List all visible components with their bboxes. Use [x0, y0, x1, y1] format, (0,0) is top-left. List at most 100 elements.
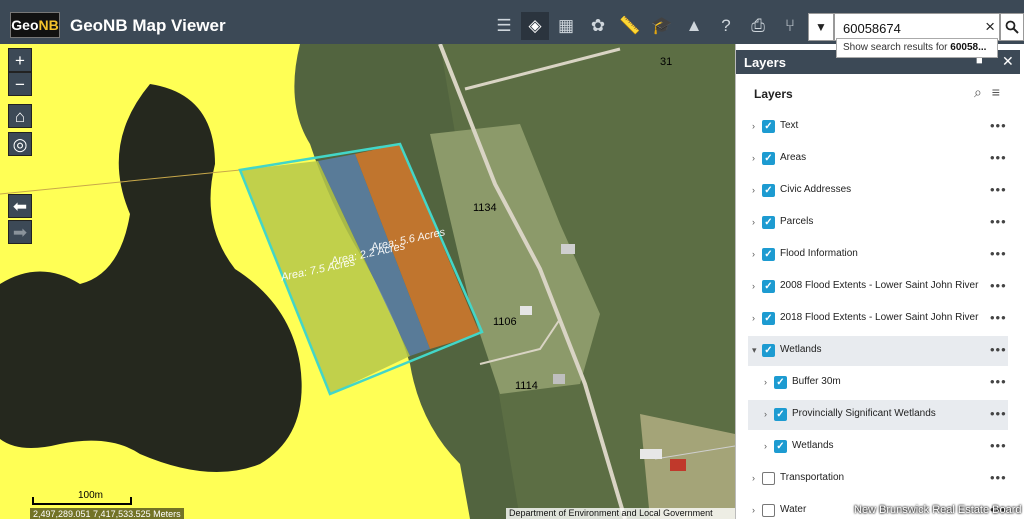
layer-row[interactable]: › ✓ Civic Addresses ••• — [748, 176, 1008, 206]
layer-name: Civic Addresses — [780, 184, 852, 195]
caret-right-icon[interactable]: › — [752, 473, 755, 483]
layer-row[interactable]: › ✓ Transportation ••• — [748, 464, 1008, 494]
layer-checkbox[interactable]: ✓ — [774, 440, 787, 453]
layer-checkbox[interactable]: ✓ — [762, 216, 775, 229]
zoom-in-button[interactable]: + — [8, 48, 32, 72]
layer-name: Wetlands — [792, 440, 834, 451]
close-icon[interactable]: ✕ — [1002, 53, 1014, 70]
share-icon[interactable]: ⑂ — [776, 12, 804, 40]
geonb-logo[interactable]: GeoNB — [10, 12, 60, 38]
search-box: × — [834, 13, 1000, 41]
search-icon — [1005, 20, 1019, 34]
map-canvas — [0, 44, 735, 519]
layers-heading: Layers — [754, 87, 793, 101]
more-options-icon[interactable]: ••• — [990, 118, 1007, 133]
layer-checkbox[interactable]: ✓ — [762, 472, 775, 485]
caret-right-icon[interactable]: › — [764, 409, 767, 419]
draw-icon[interactable]: ▲ — [680, 12, 708, 40]
locate-icon: ◎ — [12, 135, 28, 154]
layer-row[interactable]: › ✓ 2018 Flood Extents - Lower Saint John … — [748, 304, 1008, 334]
layer-row[interactable]: › ✓ Buffer 30m ••• — [748, 368, 1008, 398]
measure-icon[interactable]: 📏 — [616, 12, 644, 40]
caret-right-icon[interactable]: › — [752, 249, 755, 259]
more-options-icon[interactable]: ••• — [990, 246, 1007, 261]
layer-row[interactable]: › ✓ Flood Information ••• — [748, 240, 1008, 270]
layer-checkbox[interactable]: ✓ — [762, 184, 775, 197]
locate-button[interactable]: ◎ — [8, 132, 32, 156]
map-view[interactable]: + − ⌂ ◎ ⬅ ➡ Area: 5.6 Acres Area: 2.2 Ac… — [0, 44, 735, 519]
more-options-icon[interactable]: ••• — [990, 310, 1007, 325]
layer-checkbox[interactable]: ✓ — [762, 504, 775, 517]
education-icon[interactable]: 🎓 — [648, 12, 676, 40]
layers-panel: Layers ■ ✕ Layers ⌕ ≡ › ✓ Text ••• › ✓ Areas ••… — [735, 44, 1024, 519]
app-title: GeoNB Map Viewer — [70, 16, 226, 35]
layer-name: 2008 Flood Extents - Lower Saint John Ri… — [780, 280, 979, 291]
search-input[interactable] — [843, 19, 973, 37]
more-options-icon[interactable]: ••• — [990, 278, 1007, 293]
help-icon[interactable]: ? — [712, 12, 740, 40]
clear-icon[interactable]: × — [985, 17, 995, 37]
more-options-icon[interactable]: ••• — [990, 438, 1007, 453]
filter-icon[interactable]: ≡ — [992, 84, 1000, 100]
panel-title: Layers — [744, 55, 786, 70]
caret-right-icon[interactable]: › — [764, 441, 767, 451]
layer-row[interactable]: ▾ ✓ Wetlands ••• — [748, 336, 1008, 366]
layer-checkbox[interactable]: ✓ — [774, 408, 787, 421]
layer-row[interactable]: › ✓ Provincially Significant Wetlands ••• — [748, 400, 1008, 430]
layer-name: Provincially Significant Wetlands — [792, 408, 936, 419]
next-extent-button[interactable]: ➡ — [8, 220, 32, 244]
gallery-icon[interactable]: ✿ — [584, 12, 612, 40]
layer-name: Water — [780, 504, 807, 515]
layer-row[interactable]: › ✓ Text ••• — [748, 112, 1008, 142]
arrow-right-icon: ➡ — [12, 223, 28, 242]
previous-extent-button[interactable]: ⬅ — [8, 194, 32, 218]
print-icon[interactable]: ⎙ — [744, 12, 772, 40]
layer-checkbox[interactable]: ✓ — [762, 280, 775, 293]
layer-row[interactable]: › ✓ Wetlands ••• — [748, 432, 1008, 462]
zoom-out-button[interactable]: − — [8, 72, 32, 96]
caret-down-icon[interactable]: ▾ — [752, 345, 757, 356]
layer-checkbox[interactable]: ✓ — [762, 152, 775, 165]
layer-name: Flood Information — [780, 248, 858, 259]
more-options-icon[interactable]: ••• — [990, 470, 1007, 485]
caret-right-icon[interactable]: › — [752, 153, 755, 163]
caret-right-icon[interactable]: › — [752, 185, 755, 195]
layer-row[interactable]: › ✓ 2008 Flood Extents - Lower Saint John … — [748, 272, 1008, 302]
caret-right-icon[interactable]: › — [752, 121, 755, 131]
layer-checkbox[interactable]: ✓ — [762, 344, 775, 357]
home-button[interactable]: ⌂ — [8, 104, 32, 128]
search-layers-icon[interactable]: ⌕ — [974, 84, 982, 100]
more-options-icon[interactable]: ••• — [990, 182, 1007, 197]
more-options-icon[interactable]: ••• — [990, 406, 1007, 421]
layer-row[interactable]: › ✓ Parcels ••• — [748, 208, 1008, 238]
caret-right-icon[interactable]: › — [752, 313, 755, 323]
watermark: New Brunswick Real Estate Board — [854, 504, 1022, 516]
scale-label: 100m — [78, 490, 104, 501]
layer-checkbox[interactable]: ✓ — [762, 248, 775, 261]
layer-checkbox[interactable]: ✓ — [774, 376, 787, 389]
basemap-icon[interactable]: ▦ — [552, 12, 580, 40]
more-options-icon[interactable]: ••• — [990, 374, 1007, 389]
caret-right-icon[interactable]: › — [764, 377, 767, 387]
arrow-left-icon: ⬅ — [12, 197, 28, 216]
coordinate-readout: 2,497,289.051 7,417,533.525 Meters — [30, 508, 184, 519]
layer-checkbox[interactable]: ✓ — [762, 312, 775, 325]
map-attribution: Department of Environment and Local Gove… — [506, 508, 735, 519]
layer-checkbox[interactable]: ✓ — [762, 120, 775, 133]
search-suggestion[interactable]: Show search results for 60058... — [836, 38, 998, 58]
layers-icon[interactable]: ◈ — [521, 12, 549, 40]
list-icon[interactable]: ☰ — [490, 12, 518, 40]
home-icon: ⌂ — [14, 107, 26, 126]
civic-label: 1106 — [493, 316, 517, 328]
caret-right-icon[interactable]: › — [752, 281, 755, 291]
layer-name: Areas — [780, 152, 807, 163]
caret-right-icon[interactable]: › — [752, 217, 755, 227]
layer-row[interactable]: › ✓ Areas ••• — [748, 144, 1008, 174]
search-button[interactable] — [1000, 13, 1024, 41]
layer-tools: ⌕ ≡ — [974, 84, 1000, 101]
caret-right-icon[interactable]: › — [752, 505, 755, 515]
more-options-icon[interactable]: ••• — [990, 342, 1007, 357]
more-options-icon[interactable]: ••• — [990, 214, 1007, 229]
search-source-dropdown[interactable]: ▼ — [808, 13, 834, 41]
more-options-icon[interactable]: ••• — [990, 150, 1007, 165]
